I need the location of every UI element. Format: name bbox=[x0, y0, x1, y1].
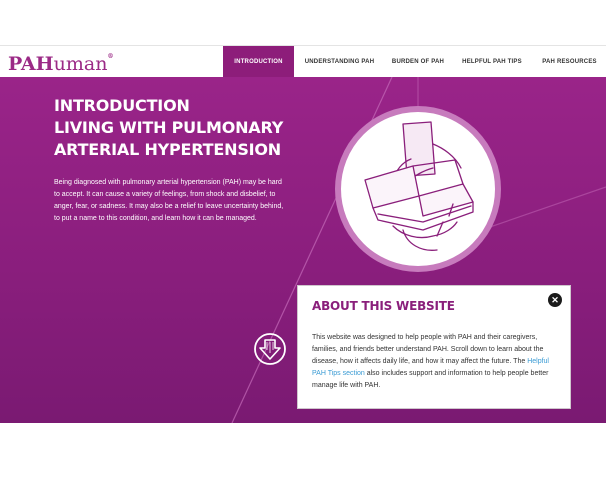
nav-item-helpful-pah-tips[interactable]: HELPFUL PAH TIPS bbox=[451, 46, 533, 78]
nav-item-burden-of-pah[interactable]: BURDEN OF PAH bbox=[385, 46, 451, 78]
title-line-1: INTRODUCTION bbox=[54, 96, 190, 115]
nav-item-understanding-pah[interactable]: UNDERSTANDING PAH bbox=[294, 46, 385, 78]
logo-pah: PAH bbox=[8, 53, 54, 75]
title-line-3: ARTERIAL HYPERTENSION bbox=[54, 140, 281, 159]
logo-registered: ® bbox=[107, 53, 114, 60]
nav-item-label: BURDEN OF PAH bbox=[391, 59, 445, 65]
reading-book-icon bbox=[335, 106, 501, 272]
nav-item-pah-resources[interactable]: PAH RESOURCES bbox=[533, 46, 606, 78]
logo-uman: uman bbox=[53, 53, 108, 75]
nav-item-introduction[interactable]: INTRODUCTION bbox=[223, 46, 294, 78]
pahuman-logo[interactable]: PAHuman® bbox=[8, 53, 113, 75]
close-icon[interactable]: ✕ bbox=[548, 293, 562, 307]
page-title: INTRODUCTION LIVING WITH PULMONARY ARTER… bbox=[54, 95, 283, 161]
about-website-dialog: ABOUT THIS WEBSITE ✕ This website was de… bbox=[297, 285, 571, 409]
nav-item-label: HELPFUL PAH TIPS bbox=[462, 59, 522, 65]
dialog-text-part: This website was designed to help people… bbox=[312, 334, 544, 365]
title-line-2: LIVING WITH PULMONARY bbox=[54, 118, 284, 137]
nav-item-label: INTRODUCTION bbox=[234, 59, 283, 65]
nav-menu: INTRODUCTION UNDERSTANDING PAH BURDEN OF… bbox=[223, 46, 606, 78]
nav-item-label: UNDERSTANDING PAH bbox=[304, 59, 375, 65]
dialog-text: This website was designed to help people… bbox=[312, 332, 560, 392]
intro-paragraph: Being diagnosed with pulmonary arterial … bbox=[54, 179, 284, 222]
top-navigation: PAHuman® INTRODUCTION UNDERSTANDING PAH … bbox=[0, 45, 606, 78]
down-arrow-icon[interactable] bbox=[254, 333, 286, 365]
dialog-title: ABOUT THIS WEBSITE bbox=[312, 299, 455, 313]
nav-item-label: PAH RESOURCES bbox=[542, 59, 597, 65]
